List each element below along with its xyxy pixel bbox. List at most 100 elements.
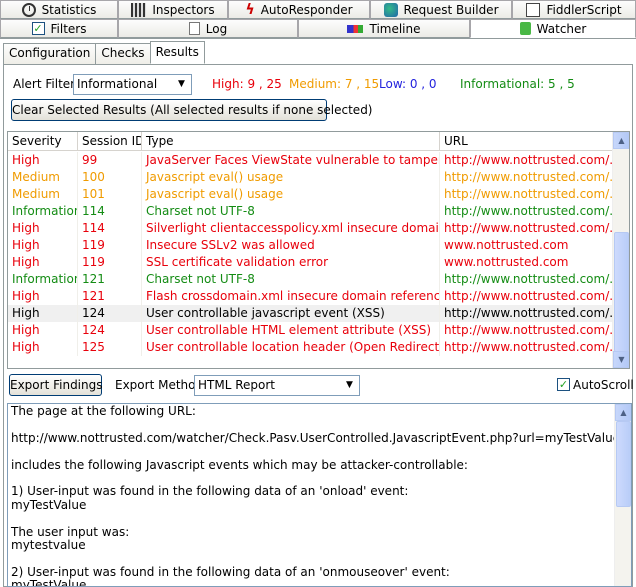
scroll-up-arrow-icon[interactable]: ▲	[615, 404, 631, 421]
tab-fiddlerscript[interactable]: FiddlerScript	[512, 0, 636, 19]
severity-cell: Informational	[8, 271, 78, 288]
tab-checks[interactable]: Checks	[95, 43, 151, 64]
session-id-cell: 114	[78, 203, 142, 220]
tab-label: Timeline	[369, 21, 421, 36]
tab-autoresponder[interactable]: ϟ AutoResponder	[228, 0, 370, 19]
url-cell: http://www.nottrusted.com/...	[444, 204, 614, 218]
session-id-cell: 125	[78, 339, 142, 356]
tab-label: Request Builder	[403, 2, 499, 17]
result-row[interactable]: Informational114Charset not UTF-8 http://…	[8, 203, 614, 220]
result-row[interactable]: High 124 User controllable HTML element at…	[8, 322, 614, 339]
details-line: myTestValue	[11, 497, 87, 512]
export-findings-button[interactable]: Export Findings	[9, 374, 103, 396]
scroll-up-arrow-icon[interactable]: ▲	[613, 132, 629, 149]
details-scroll-thumb[interactable]	[616, 421, 631, 507]
session-id-cell: 114	[78, 220, 142, 237]
type-cell: Insecure SSLv2 was allowed	[142, 237, 440, 254]
tab-filters[interactable]: ✓ Filters	[0, 19, 118, 38]
details-line	[11, 512, 611, 525]
tab-results[interactable]: Results	[149, 41, 205, 64]
tab-statistics[interactable]: Statistics	[0, 0, 118, 19]
type-cell: Silverlight clientaccesspolicy.xml insec…	[142, 220, 440, 237]
stopwatch-icon	[21, 2, 36, 17]
tab-inspectors[interactable]: Inspectors	[118, 0, 228, 19]
details-scrollbar[interactable]: ▲	[614, 404, 631, 586]
severity-cell: High	[8, 220, 78, 237]
second-tab-row: ✓ Filters Log Timeline Watcher	[0, 19, 636, 38]
severity-cell: High	[8, 305, 78, 322]
url-cell: http://www.nottrusted.com/...	[444, 153, 614, 167]
column-header-severity[interactable]: Severity	[8, 132, 78, 151]
tab-label: Inspectors	[152, 2, 215, 17]
tab-log[interactable]: Log	[118, 19, 298, 38]
severity-cell: High	[8, 254, 78, 271]
tab-timeline[interactable]: Timeline	[298, 19, 470, 38]
grid-scrollbar[interactable]: ▲ ▼	[612, 132, 629, 368]
tab-watcher[interactable]: Watcher	[470, 19, 636, 38]
result-row[interactable]: High 121 Flash crossdomain.xml insecure do…	[8, 288, 614, 305]
checkbox-icon: ✓	[31, 22, 45, 35]
finding-details-text: The page at the following URL: http://www…	[11, 404, 621, 586]
session-id-cell: 101	[78, 186, 142, 203]
type-cell: Flash crossdomain.xml insecure domain re…	[142, 288, 440, 305]
result-row[interactable]: High 119 SSL certificate validation error w…	[8, 254, 614, 271]
column-header-session-id[interactable]: Session ID	[78, 132, 142, 151]
type-cell: Charset not UTF-8	[142, 203, 440, 220]
url-cell: http://www.nottrusted.com/...	[444, 272, 614, 286]
details-line: 2) User-input was found in the following…	[11, 564, 450, 579]
export-method-dropdown[interactable]: HTML Report ▼	[194, 375, 360, 396]
url-cell: http://www.nottrusted.com/...	[444, 306, 614, 320]
result-row[interactable]: High 125 User controllable location header…	[8, 339, 614, 356]
chevron-down-icon: ▼	[346, 380, 353, 390]
result-row[interactable]: High 99 JavaServer Faces ViewState vulnera…	[8, 152, 614, 169]
clear-selected-results-button[interactable]: Clear Selected Results (All selected res…	[11, 99, 373, 121]
grid-body: High 99 JavaServer Faces ViewState vulnera…	[8, 152, 614, 356]
export-method-value: HTML Report	[198, 378, 275, 392]
column-header-url[interactable]: URL	[440, 132, 614, 151]
tab-configuration[interactable]: Configuration	[3, 43, 97, 64]
severity-cell: Medium	[8, 186, 78, 203]
result-row[interactable]: High 114 Silverlight clientaccesspolicy.xm…	[8, 220, 614, 237]
url-cell: http://www.nottrusted.com/...	[444, 340, 614, 354]
type-cell: User controllable HTML element attribute…	[142, 322, 440, 339]
result-row[interactable]: High 119 Insecure SSLv2 was allowed www.not…	[8, 237, 614, 254]
column-header-type[interactable]: Type	[142, 132, 440, 151]
lightning-icon: ϟ	[245, 1, 255, 18]
tab-request-builder[interactable]: Request Builder	[370, 0, 512, 19]
grid-header: Severity Session ID Type URL	[8, 132, 614, 151]
session-id-cell: 119	[78, 254, 142, 271]
results-grid: Severity Session ID Type URL High 99 JavaS…	[7, 131, 630, 369]
scroll-down-arrow-icon[interactable]: ▼	[613, 351, 629, 368]
details-line: mytestvalue	[11, 537, 86, 552]
high-count: High: 9 , 25	[212, 77, 282, 91]
session-id-cell: 124	[78, 305, 142, 322]
chevron-down-icon: ▼	[178, 79, 185, 89]
result-row[interactable]: High 124 User controllable javascript even…	[8, 305, 614, 322]
result-row[interactable]: Medium 101 Javascript eval() usage http://w…	[8, 186, 614, 203]
url-cell: http://www.nottrusted.com/...	[444, 221, 614, 235]
tab-label: FiddlerScript	[546, 2, 622, 17]
script-icon	[526, 2, 541, 17]
alert-filter-value: Informational	[77, 77, 158, 91]
finding-details-textbox[interactable]: The page at the following URL: http://www…	[7, 403, 632, 587]
tab-label: Log	[205, 21, 228, 36]
grid-scroll-thumb[interactable]	[614, 232, 629, 352]
severity-cell: High	[8, 339, 78, 356]
watcher-sub-tabs: Configuration Checks Results	[3, 41, 205, 64]
details-line: http://www.nottrusted.com/watcher/Check.…	[11, 430, 621, 445]
session-id-cell: 99	[78, 152, 142, 169]
tab-label: Watcher	[536, 21, 587, 36]
severity-cell: High	[8, 288, 78, 305]
alert-filter-dropdown[interactable]: Informational ▼	[73, 74, 192, 95]
inspectors-icon	[131, 2, 147, 17]
result-row[interactable]: Informational121Charset not UTF-8 http://…	[8, 271, 614, 288]
severity-cell: High	[8, 152, 78, 169]
alert-filter-label: Alert Filter:	[13, 77, 79, 91]
details-line: 1) User-input was found in the following…	[11, 484, 409, 499]
log-icon	[188, 22, 200, 35]
tab-label: Filters	[50, 21, 87, 36]
autoscroll-checkbox[interactable]: ✓	[557, 378, 570, 391]
result-row[interactable]: Medium 100 Javascript eval() usage http://w…	[8, 169, 614, 186]
type-cell: User controllable javascript event (XSS)	[142, 305, 440, 322]
session-id-cell: 119	[78, 237, 142, 254]
